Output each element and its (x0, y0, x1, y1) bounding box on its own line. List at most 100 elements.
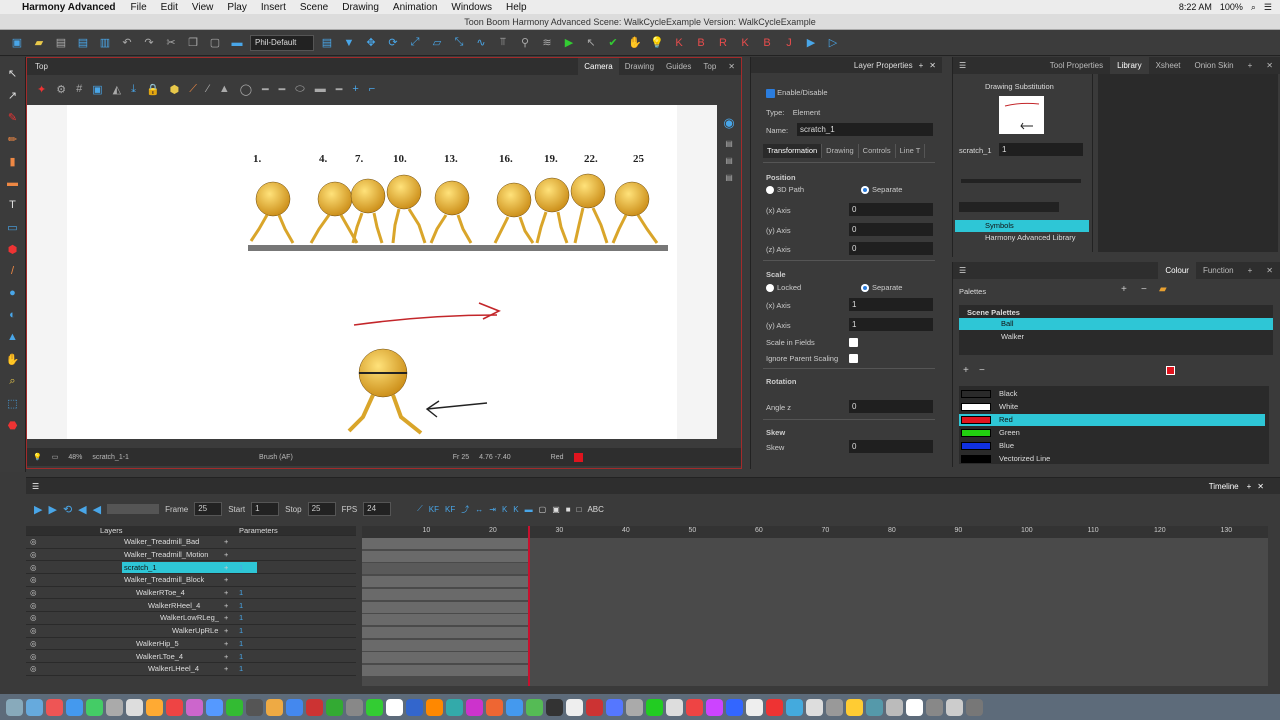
insert-keyframe-icon[interactable]: K (502, 505, 507, 514)
panel-menu-icon[interactable]: ☰ (953, 266, 966, 275)
layer-stack-icon[interactable]: ▤ (725, 173, 733, 182)
timeline-layer-row[interactable]: ◎ WalkerLowRLeg_ +1 (26, 612, 356, 625)
add-tab-icon[interactable]: + (1241, 57, 1260, 74)
close-icon[interactable]: ✕ (722, 58, 741, 75)
scale-x-field[interactable]: 1 (849, 298, 933, 311)
eye-icon[interactable]: ◉ (723, 115, 734, 131)
visibility-icon[interactable]: ◎ (30, 601, 37, 610)
layer-name[interactable]: Walker_Treadmill_Motion (122, 549, 257, 560)
timeline-layer-row[interactable]: ◎ WalkerRHeel_4 +1 (26, 599, 356, 613)
tab-top[interactable]: Top (697, 58, 722, 75)
bone-icon[interactable]: ⫪ (494, 34, 512, 52)
light-bulb-icon[interactable]: 💡 (648, 34, 666, 52)
keyframe-add-icon[interactable]: KF (429, 505, 439, 514)
exposure-cells[interactable] (362, 601, 529, 613)
speed-slider[interactable] (107, 504, 160, 514)
add-tab-icon[interactable]: + (1247, 482, 1252, 491)
dock-app-icon[interactable] (786, 698, 803, 716)
3d-path-radio[interactable] (766, 186, 774, 195)
exposure-cells[interactable] (362, 665, 529, 676)
stamp-icon[interactable]: ▲ (219, 83, 230, 95)
swatch-row-white[interactable]: White (959, 401, 1265, 413)
curve-icon[interactable]: ≋ (538, 34, 556, 52)
menu-scene[interactable]: Scene (293, 2, 335, 13)
dock-app-icon[interactable] (646, 698, 663, 716)
play-options-icon[interactable]: ▷ (824, 34, 842, 52)
dock-app-icon[interactable] (166, 698, 183, 716)
visibility-icon[interactable]: ◎ (30, 575, 37, 584)
dock-app-icon[interactable] (206, 698, 223, 716)
grid-tool-icon[interactable]: ⬚ (5, 395, 21, 411)
playhead[interactable] (528, 526, 531, 686)
dock-app-icon[interactable] (566, 698, 583, 716)
timeline-layer-row[interactable]: ◎ Walker_Treadmill_Block + (26, 574, 356, 587)
frame-ruler[interactable]: 10 20 30 40 50 60 70 80 90 100 110 120 130 (362, 526, 1268, 538)
tab-colour[interactable]: Colour (1158, 262, 1196, 279)
exposure-cells[interactable] (362, 626, 529, 638)
onion-skin-icon[interactable]: ▬ (525, 505, 533, 514)
dock-app-icon[interactable] (706, 698, 723, 716)
dock-app-icon[interactable] (906, 698, 923, 716)
layer-name[interactable]: Walker_Treadmill_Bad (122, 536, 257, 547)
hand-tool-icon[interactable]: ✋ (5, 351, 21, 367)
paste-icon[interactable]: ▢ (206, 34, 224, 52)
dock-app-icon[interactable] (366, 698, 383, 716)
menu-view[interactable]: View (185, 2, 221, 13)
cutter-tool-icon[interactable]: ▬ (5, 175, 21, 191)
dock-app-icon[interactable] (86, 698, 103, 716)
visibility-icon[interactable]: ◎ (30, 537, 37, 546)
menu-edit[interactable]: Edit (154, 2, 185, 13)
library-content-area[interactable] (1098, 74, 1278, 252)
redo-icon[interactable]: ↷ (140, 34, 158, 52)
dock-app-icon[interactable] (546, 698, 563, 716)
rotate-icon[interactable]: ⟳ (384, 34, 402, 52)
layer-name[interactable]: WalkerRToe_4 (134, 587, 269, 598)
menu-drawing[interactable]: Drawing (335, 2, 386, 13)
position-x-field[interactable]: 0 (849, 203, 933, 216)
ignore-parent-checkbox[interactable] (849, 354, 858, 363)
stop-motion-keyframe-icon[interactable]: ↔ (475, 505, 483, 514)
cycle-icon[interactable]: ▢ (539, 505, 547, 514)
select-tool-icon[interactable]: ↖ (5, 65, 21, 81)
tree-item-symbols[interactable]: Symbols (955, 220, 1089, 232)
add-parameter-icon[interactable]: + (224, 664, 228, 673)
keyframe-remove-icon[interactable]: KF (445, 505, 455, 514)
dropper-tool-icon[interactable]: / (5, 263, 21, 279)
remove-swatch-icon[interactable]: − (979, 365, 985, 376)
dock-app-icon[interactable] (186, 698, 203, 716)
reposition-icon[interactable]: ⤡ (450, 34, 468, 52)
timeline-grid[interactable]: 10 20 30 40 50 60 70 80 90 100 110 120 130 (362, 526, 1268, 686)
frame-field[interactable]: 25 (194, 502, 223, 516)
dock-app-icon[interactable] (606, 698, 623, 716)
import-down-icon[interactable]: ⤓ (131, 83, 136, 96)
transform-icon[interactable]: ✥ (362, 34, 380, 52)
drawing-substitution-field[interactable]: 1 (999, 143, 1083, 156)
tab-xsheet[interactable]: Xsheet (1149, 57, 1188, 74)
layer-name[interactable]: WalkerLToe_4 (134, 651, 269, 662)
timeline-layer-row[interactable]: ◎ WalkerHip_5 +1 (26, 638, 356, 651)
mark-drawing-icon[interactable]: ▣ (552, 505, 560, 514)
dock-app-icon[interactable] (506, 698, 523, 716)
exposure-cells[interactable] (362, 614, 529, 626)
add-parameter-icon[interactable]: + (224, 550, 228, 559)
layer-name[interactable]: Walker_Treadmill_Block (122, 574, 257, 585)
ease-icon[interactable]: ⟋ (417, 504, 423, 514)
layer-name[interactable]: WalkerRHeel_4 (146, 600, 281, 611)
panel-menu-icon[interactable]: ☰ (953, 61, 966, 70)
fps-field[interactable]: 24 (363, 502, 392, 516)
dock-app-icon[interactable] (426, 698, 443, 716)
delete-keyframe-icon[interactable]: K (513, 505, 518, 514)
dock-app-icon[interactable] (326, 698, 343, 716)
add-swatch-icon[interactable]: + (963, 365, 969, 376)
dock-app-icon[interactable] (106, 698, 123, 716)
dock-app-icon[interactable] (946, 698, 963, 716)
add-parameter-icon[interactable]: + (224, 613, 228, 622)
scale-y-field[interactable]: 1 (849, 318, 933, 331)
play-selection-icon[interactable]: ▶ (48, 503, 56, 516)
dock-app-icon[interactable] (626, 698, 643, 716)
frame-icon[interactable]: ▣ (92, 83, 102, 96)
substitution-slider[interactable] (961, 179, 1081, 183)
timeline-layer-row[interactable]: ◎ WalkerLToe_4 +1 (26, 650, 356, 663)
visibility-icon[interactable]: ◎ (30, 639, 37, 648)
tab-tool-properties[interactable]: Tool Properties (1043, 57, 1110, 74)
